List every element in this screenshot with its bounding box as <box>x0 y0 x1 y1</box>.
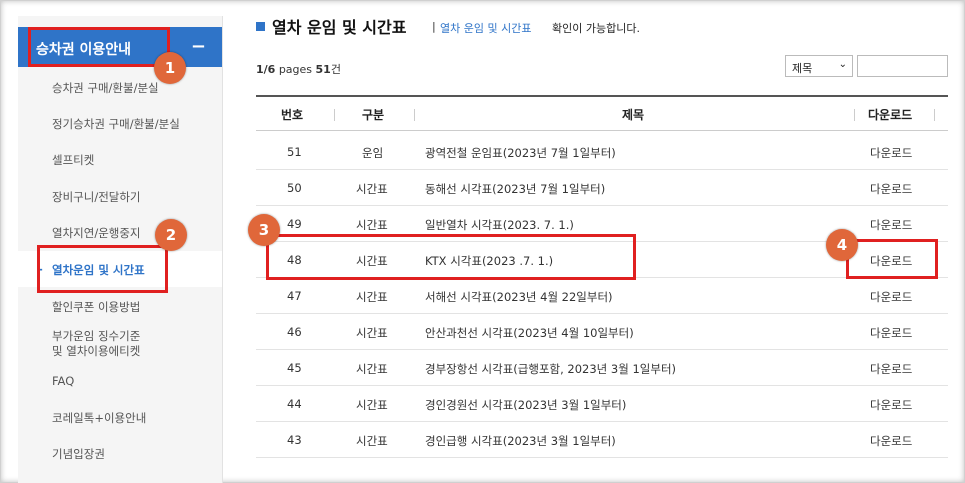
sidebar-item-platform-ticket[interactable]: 기념입장권 <box>18 435 222 471</box>
page-title: 열차 운임 및 시간표 <box>272 18 407 37</box>
download-link[interactable]: 다운로드 <box>870 145 912 161</box>
sidebar-item-self-ticket[interactable]: 셀프티켓 <box>18 141 222 177</box>
search-field-select[interactable]: 제목 ⌄ <box>785 55 853 77</box>
highlight-box-fare-timetable <box>37 245 168 293</box>
callout-badge-2: 2 <box>155 219 187 251</box>
row-title-link[interactable]: 광역전철 운임표(2023년 7월 1일부터) <box>425 145 616 161</box>
table-row: 45 시간표 경부장항선 시각표(급행포함, 2023년 3월 1일부터) 다운… <box>256 350 948 386</box>
sidebar-item-coupon[interactable]: 할인쿠폰 이용방법 <box>18 288 222 324</box>
highlight-box-download <box>846 239 938 279</box>
download-link[interactable]: 다운로드 <box>870 397 912 413</box>
row-title-link[interactable]: 일반열차 시각표(2023. 7. 1.) <box>425 217 574 233</box>
download-link[interactable]: 다운로드 <box>870 181 912 197</box>
page-count: 1/6 pages 51건 <box>256 63 341 76</box>
table-row: 47 시간표 서해선 시각표(2023년 4월 22일부터) 다운로드 <box>256 278 948 314</box>
chevron-down-icon: ⌄ <box>838 59 847 70</box>
highlight-box-sidebar-header <box>28 27 170 67</box>
col-title: 제목 <box>622 108 645 122</box>
col-number: 번호 <box>281 108 304 122</box>
table-row: 50 시간표 동해선 시각표(2023년 7월 1일부터) 다운로드 <box>256 170 948 206</box>
row-title-link[interactable]: 서해선 시각표(2023년 4월 22일부터) <box>425 289 613 305</box>
table-row: 43 시간표 경인급행 시각표(2023년 3월 1일부터) 다운로드 <box>256 422 948 458</box>
table-row: 51 운임 광역전철 운임표(2023년 7월 1일부터) 다운로드 <box>256 134 948 170</box>
collapse-icon[interactable]: − <box>191 36 206 57</box>
title-desc: 확인이 가능합니다. <box>552 22 640 35</box>
highlight-box-ktx-row <box>266 234 636 280</box>
callout-badge-1: 1 <box>154 52 186 84</box>
col-type: 구분 <box>362 108 385 122</box>
row-title-link[interactable]: 동해선 시각표(2023년 7월 1일부터) <box>425 181 605 197</box>
table-row: 46 시간표 안산과천선 시각표(2023년 4월 10일부터) 다운로드 <box>256 314 948 350</box>
title-separator: | <box>432 20 436 33</box>
col-download: 다운로드 <box>868 108 913 122</box>
sidebar-item-faq[interactable]: FAQ <box>18 363 222 399</box>
download-link[interactable]: 다운로드 <box>870 325 912 341</box>
title-square-icon <box>256 22 265 31</box>
sidebar-item-extra-fare[interactable]: 부가운임 징수기준 및 열차이용에티켓 <box>18 325 222 367</box>
download-link[interactable]: 다운로드 <box>870 289 912 305</box>
row-title-link[interactable]: 경인경원선 시각표(2023년 3월 1일부터) <box>425 397 626 413</box>
sidebar-item-korail-talk[interactable]: 코레일톡+이용안내 <box>18 399 222 435</box>
col-divider <box>334 109 335 121</box>
download-link[interactable]: 다운로드 <box>870 433 912 449</box>
callout-badge-3: 3 <box>248 214 280 246</box>
table-header: 번호 구분 제목 다운로드 <box>256 95 948 131</box>
sidebar-item-season-ticket[interactable]: 정기승차권 구매/환불/분실 <box>18 105 222 141</box>
search-input[interactable] <box>857 55 948 77</box>
title-desc-link: 열차 운임 및 시간표 <box>440 22 532 35</box>
download-link[interactable]: 다운로드 <box>870 361 912 377</box>
row-title-link[interactable]: 경인급행 시각표(2023년 3월 1일부터) <box>425 433 616 449</box>
col-divider <box>934 109 935 121</box>
sidebar-item-ticket-purchase[interactable]: 승차권 구매/환불/분실 <box>18 69 222 105</box>
table-row: 44 시간표 경인경원선 시각표(2023년 3월 1일부터) 다운로드 <box>256 386 948 422</box>
col-divider <box>414 109 415 121</box>
row-title-link[interactable]: 안산과천선 시각표(2023년 4월 10일부터) <box>425 325 634 341</box>
sidebar-item-cart[interactable]: 장비구니/전달하기 <box>18 178 222 214</box>
col-divider <box>854 109 855 121</box>
callout-badge-4: 4 <box>826 229 858 261</box>
row-title-link[interactable]: 경부장항선 시각표(급행포함, 2023년 3월 1일부터) <box>425 361 676 377</box>
download-link[interactable]: 다운로드 <box>870 217 912 233</box>
